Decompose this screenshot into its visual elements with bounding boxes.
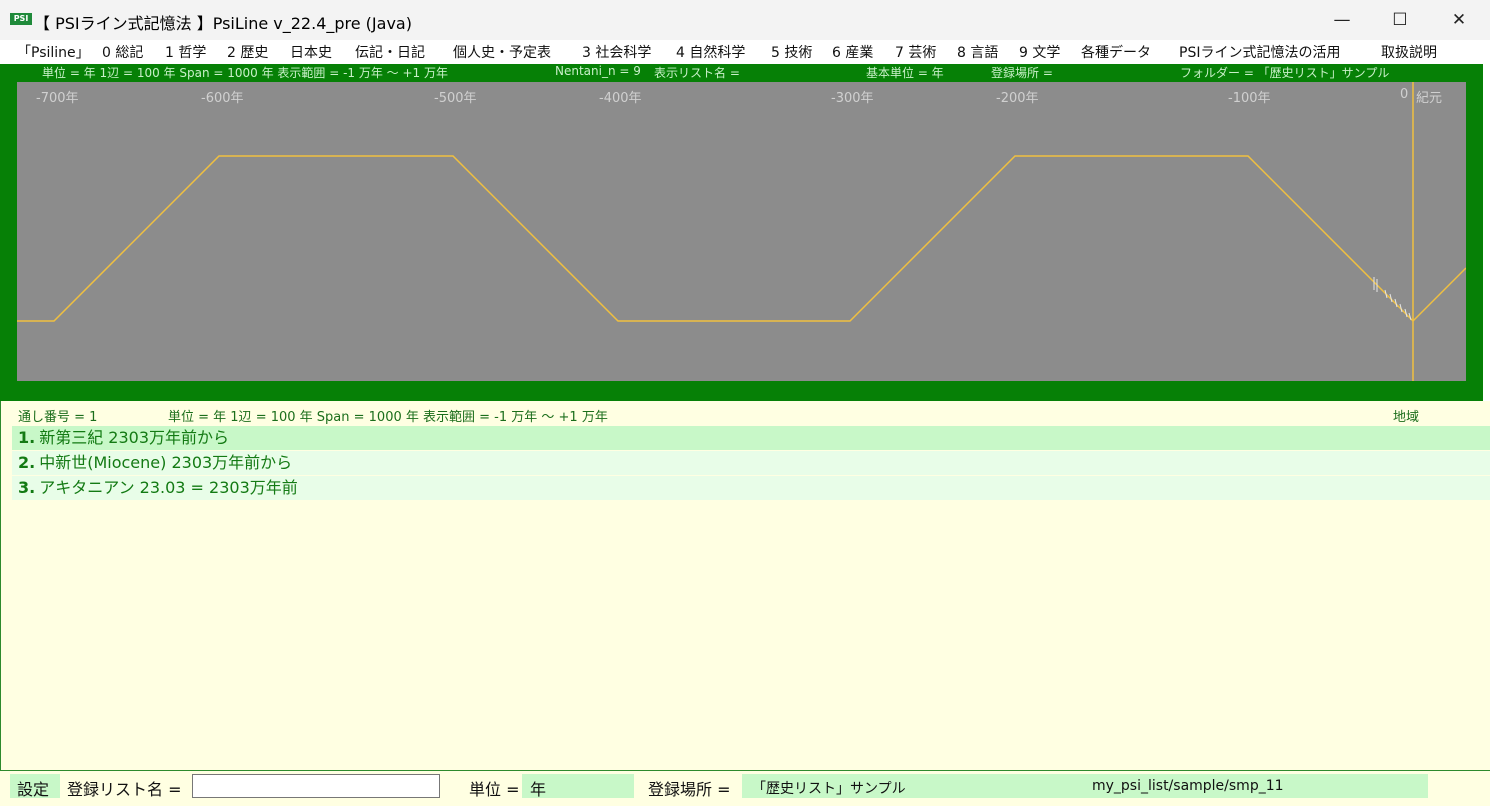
detail-info: 通し番号 = 1 単位 = 年 1辺 = 100 年 Span = 1000 年… [1, 406, 1490, 425]
reg-list-input[interactable] [192, 774, 440, 798]
reg-list-label: 登録リスト名 = [67, 780, 182, 799]
unit-value: 年 [530, 780, 547, 799]
bottom-bar: 設定 登録リスト名 = 単位 = 年 登録場所 = 「歴史リスト」サンプル my… [0, 770, 1490, 806]
menu-arts[interactable]: 7 芸術 [895, 42, 936, 62]
unit-label: 単位 = [469, 780, 520, 799]
list-name-info: 表示リスト名 = [654, 66, 740, 80]
list-item-text: 新第三紀 2303万年前から [39, 428, 230, 447]
menu-biography[interactable]: 伝記・日記 [355, 42, 425, 62]
nentani-info: Nentani_n = 9 [555, 64, 641, 78]
menu-japanese-history[interactable]: 日本史 [290, 42, 332, 62]
list-item[interactable]: 1. 新第三紀 2303万年前から [12, 426, 1490, 450]
maximize-button[interactable]: ☐ [1370, 0, 1430, 40]
menu-general[interactable]: 0 総記 [102, 42, 143, 62]
list-item-text: アキタニアン 23.03 = 2303万年前 [39, 478, 298, 497]
list-item[interactable]: 3. アキタニアン 23.03 = 2303万年前 [12, 476, 1490, 500]
title-bar: PSI 【 PSIライン式記憶法 】PsiLine v_22.4_pre (Ja… [0, 0, 1490, 41]
place-label: 登録場所 = [648, 780, 731, 799]
detail-unit-info: 単位 = 年 1辺 = 100 年 Span = 1000 年 表示範囲 = -… [168, 410, 608, 425]
menu-language[interactable]: 8 言語 [957, 42, 998, 62]
menu-personal-history[interactable]: 個人史・予定表 [453, 42, 551, 62]
timeline-info: 単位 = 年 1辺 = 100 年 Span = 1000 年 表示範囲 = -… [0, 64, 1483, 80]
region-label: 地域 [1393, 410, 1420, 425]
reg-place-info: 登録場所 = [991, 66, 1053, 80]
timeline-plot[interactable]: -700年 -600年 -500年 -400年 -300年 -200年 -100… [17, 82, 1466, 381]
detail-panel: 通し番号 = 1 単位 = 年 1辺 = 100 年 Span = 1000 年… [0, 401, 1490, 770]
app-icon: PSI [10, 13, 32, 25]
psi-line [17, 155, 1466, 323]
menu-social-science[interactable]: 3 社会科学 [582, 42, 651, 62]
window-title: 【 PSIライン式記憶法 】PsiLine v_22.4_pre (Java) [34, 14, 412, 33]
menu-philosophy[interactable]: 1 哲学 [165, 42, 206, 62]
close-button[interactable]: ✕ [1429, 0, 1489, 40]
minimize-button[interactable]: — [1312, 0, 1372, 40]
menu-technology[interactable]: 5 技術 [771, 42, 812, 62]
menu-manual[interactable]: 取扱説明 [1381, 42, 1437, 62]
menu-utilization[interactable]: PSIライン式記憶法の活用 [1179, 42, 1340, 62]
path-value: my_psi_list/sample/smp_11 [1092, 778, 1284, 794]
base-unit-info: 基本単位 = 年 [866, 66, 944, 80]
menu-data[interactable]: 各種データ [1081, 42, 1151, 62]
menu-natural-science[interactable]: 4 自然科学 [676, 42, 745, 62]
folder-info: フォルダー = 「歴史リスト」サンプル [1180, 66, 1390, 80]
menu-literature[interactable]: 9 文学 [1019, 42, 1060, 62]
menu-industry[interactable]: 6 産業 [832, 42, 873, 62]
timeline-panel: 単位 = 年 1辺 = 100 年 Span = 1000 年 表示範囲 = -… [0, 64, 1483, 401]
menu-bar: 「Psiline」 0 総記 1 哲学 2 歴史 日本史 伝記・日記 個人史・予… [0, 40, 1490, 64]
place-value: 「歴史リスト」サンプル [752, 781, 906, 797]
menu-history[interactable]: 2 歴史 [227, 42, 268, 62]
serial-number: 通し番号 = 1 [18, 410, 98, 425]
list-item-number: 2. [18, 453, 36, 472]
timeline-graphic [17, 82, 1466, 381]
unit-info: 単位 = 年 1辺 = 100 年 Span = 1000 年 表示範囲 = -… [42, 66, 448, 80]
list-item-number: 1. [18, 428, 36, 447]
list-item-number: 3. [18, 478, 36, 497]
menu-psiline[interactable]: 「Psiline」 [17, 42, 90, 62]
list-item[interactable]: 2. 中新世(Miocene) 2303万年前から [12, 451, 1490, 475]
list-item-text: 中新世(Miocene) 2303万年前から [39, 453, 293, 472]
settings-button[interactable]: 設定 [17, 776, 49, 800]
